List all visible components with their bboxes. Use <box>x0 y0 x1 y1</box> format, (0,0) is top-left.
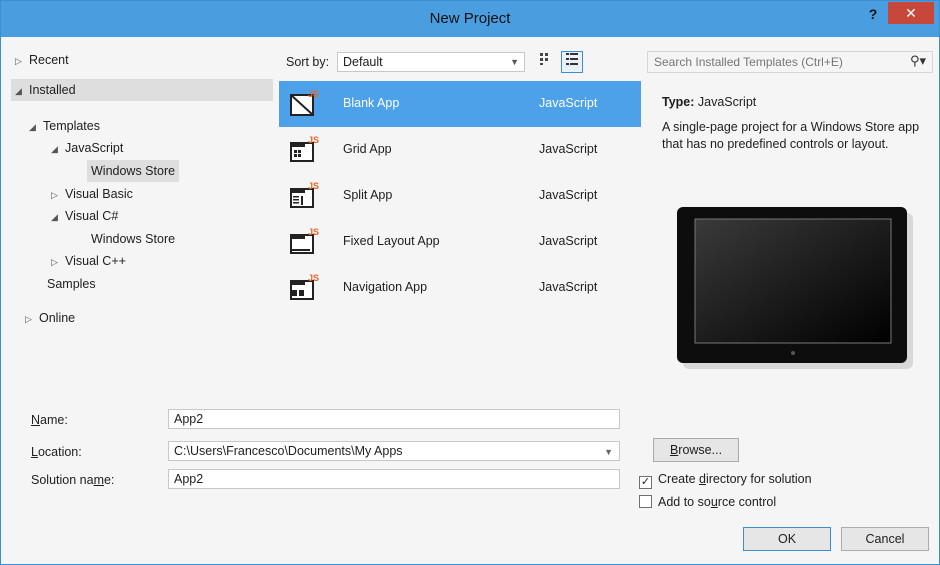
template-list-pane: Sort by: Default ▼ JS Blank App JavaScri… <box>279 45 641 401</box>
solution-name-value: App2 <box>174 472 204 486</box>
template-name: Fixed Layout App <box>343 234 440 248</box>
grid-app-icon: JS <box>290 135 319 162</box>
chevron-down-icon: ▼ <box>510 57 519 67</box>
list-view-icon <box>566 53 578 65</box>
tree-item-js-windows-store[interactable]: Windows Store <box>87 160 180 182</box>
tree-label: Recent <box>29 53 69 67</box>
tree-item-cs-windows-store[interactable]: Windows Store <box>91 228 175 250</box>
template-name: Blank App <box>343 96 400 110</box>
small-icons-view-button[interactable] <box>535 51 557 73</box>
chevron-down-icon[interactable]: ▼ <box>604 444 613 460</box>
ok-button[interactable]: OK <box>743 527 831 551</box>
tree-item-online[interactable]: ▷ Online <box>25 307 75 329</box>
collapse-arrow-icon[interactable]: ◢ <box>15 80 29 102</box>
template-preview-image <box>675 205 917 373</box>
template-language: JavaScript <box>539 234 598 248</box>
template-language: JavaScript <box>539 96 598 110</box>
tree-item-recent[interactable]: ▷ Recent <box>15 49 69 71</box>
template-language: JavaScript <box>539 142 598 156</box>
sort-label: Sort by: <box>286 55 330 69</box>
expand-arrow-icon[interactable]: ▷ <box>51 251 65 273</box>
template-type: Type: JavaScript <box>662 95 756 109</box>
template-description: A single-page project for a Windows Stor… <box>662 120 920 151</box>
grid-view-icon <box>540 53 548 65</box>
location-label: Location: <box>31 445 82 459</box>
tree-label: Visual Basic <box>65 187 133 201</box>
type-label: Type: <box>662 95 695 109</box>
add-source-control-checkbox[interactable]: Add to source control <box>639 494 776 512</box>
help-button[interactable]: ? <box>861 6 885 28</box>
js-badge: JS <box>308 181 319 191</box>
template-blank-app[interactable]: JS Blank App JavaScript <box>279 81 641 127</box>
tree-item-visual-csharp[interactable]: ◢ Visual C# <box>51 205 118 227</box>
tablet-preview-icon <box>677 207 913 369</box>
location-value: C:\Users\Francesco\Documents\My Apps <box>174 444 403 458</box>
expand-arrow-icon[interactable]: ▷ <box>51 184 65 206</box>
template-name: Navigation App <box>343 280 428 294</box>
template-grid-app[interactable]: JS Grid App JavaScript <box>279 127 641 173</box>
template-language: JavaScript <box>539 280 598 294</box>
solution-name-label: Solution name: <box>31 473 115 487</box>
name-field[interactable]: App2 <box>168 409 620 429</box>
sort-dropdown[interactable]: Default ▼ <box>337 52 525 72</box>
tree-label: Templates <box>43 119 100 133</box>
checkmark-icon[interactable]: ✓ <box>639 476 652 489</box>
create-directory-checkbox[interactable]: ✓ Create directory for solution <box>639 471 812 489</box>
expand-arrow-icon[interactable]: ▷ <box>25 308 39 330</box>
tree-item-javascript[interactable]: ◢ JavaScript <box>51 137 123 159</box>
expand-arrow-icon[interactable]: ▷ <box>15 50 29 72</box>
collapse-arrow-icon[interactable]: ◢ <box>51 206 65 228</box>
cancel-button[interactable]: Cancel <box>841 527 929 551</box>
js-badge: JS <box>308 135 319 145</box>
collapse-arrow-icon[interactable]: ◢ <box>51 138 65 160</box>
template-split-app[interactable]: JS Split App JavaScript <box>279 173 641 219</box>
js-badge: JS <box>308 89 319 99</box>
fixed-layout-app-icon: JS <box>290 227 319 254</box>
template-tree: ▷ Recent ◢ Installed ◢ Templates ◢ JavaScrip… <box>11 45 273 401</box>
tree-label: Installed <box>29 83 76 97</box>
search-input[interactable] <box>652 54 892 70</box>
js-badge: JS <box>308 273 319 283</box>
search-box[interactable]: ⚲▾ <box>647 51 933 73</box>
unchecked-box-icon[interactable] <box>639 495 652 508</box>
solution-name-field[interactable]: App2 <box>168 469 620 489</box>
sort-bar: Sort by: Default ▼ <box>279 45 641 79</box>
details-pane: ⚲▾ Type: JavaScript A single-page projec… <box>647 45 935 401</box>
name-value: App2 <box>174 412 204 426</box>
blank-app-icon: JS <box>290 89 319 116</box>
type-value: JavaScript <box>697 95 757 109</box>
close-button[interactable]: ✕ <box>888 2 934 24</box>
dialog-title: New Project <box>429 10 511 27</box>
new-project-dialog: New Project ? ✕ ▷ Recent ◢ Installed ◢ Temp… <box>0 0 940 565</box>
tree-label: Visual C# <box>65 209 119 223</box>
template-navigation-app[interactable]: JS Navigation App JavaScript <box>279 265 641 311</box>
js-badge: JS <box>308 227 319 237</box>
collapse-arrow-icon[interactable]: ◢ <box>29 116 43 138</box>
list-view-button[interactable] <box>561 51 583 73</box>
location-combobox[interactable]: C:\Users\Francesco\Documents\My Apps ▼ <box>168 441 620 461</box>
tree-item-samples[interactable]: Samples <box>47 273 96 295</box>
sort-value: Default <box>343 55 383 69</box>
tree-item-templates[interactable]: ◢ Templates <box>29 115 100 137</box>
template-name: Grid App <box>343 142 392 156</box>
title-bar[interactable]: New Project ? ✕ <box>1 1 939 37</box>
tree-label: Online <box>39 311 76 325</box>
tree-label: JavaScript <box>65 141 124 155</box>
template-name: Split App <box>343 188 393 202</box>
tree-item-installed[interactable]: ◢ Installed <box>11 79 273 101</box>
tree-label: Visual C++ <box>65 254 126 268</box>
template-fixed-layout-app[interactable]: JS Fixed Layout App JavaScript <box>279 219 641 265</box>
name-label: Name: <box>31 413 68 427</box>
split-app-icon: JS <box>290 181 319 208</box>
browse-button[interactable]: Browse... <box>653 438 739 462</box>
navigation-app-icon: JS <box>290 273 319 300</box>
search-icon[interactable]: ⚲▾ <box>910 53 926 69</box>
tree-item-visual-basic[interactable]: ▷ Visual Basic <box>51 183 133 205</box>
tree-item-visual-cpp[interactable]: ▷ Visual C++ <box>51 250 126 272</box>
template-language: JavaScript <box>539 188 598 202</box>
